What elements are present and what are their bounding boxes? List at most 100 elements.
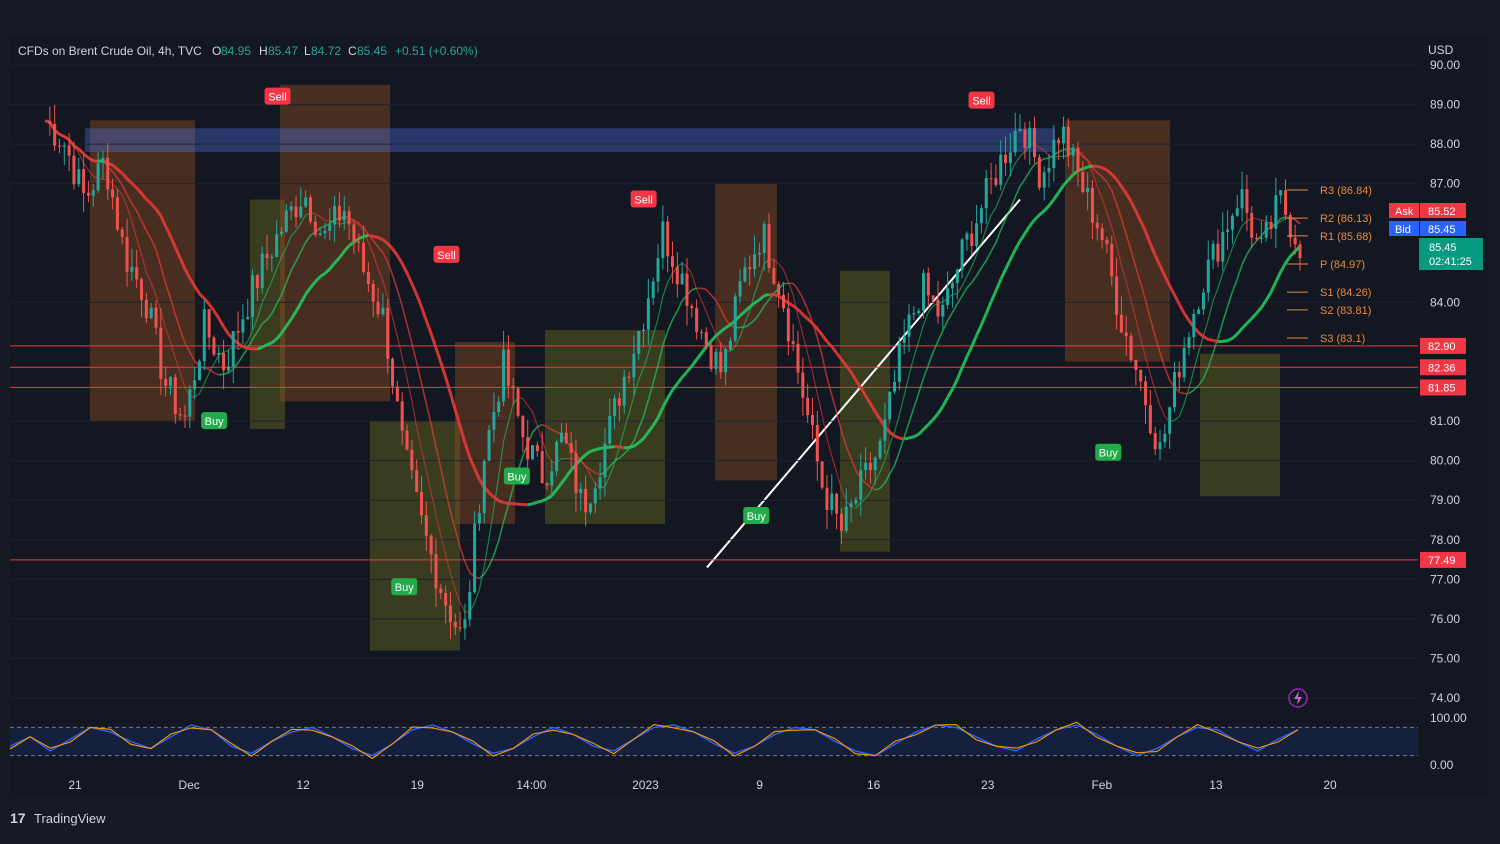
candle-body <box>695 308 699 332</box>
buy-signal-label: Buy <box>507 471 526 483</box>
candle-body <box>400 401 404 431</box>
candle-body <box>1293 237 1297 245</box>
candle-body <box>588 503 592 513</box>
candle-body <box>1158 442 1162 450</box>
candle-body <box>994 178 998 185</box>
candle-body <box>140 279 144 300</box>
moving-average-segment <box>363 233 369 239</box>
candle-body <box>965 233 969 240</box>
candle-body <box>613 398 617 417</box>
candle-body <box>936 299 940 317</box>
candle-body <box>463 619 467 629</box>
tradingview-logo-icon: 17 <box>10 810 26 826</box>
candle-body <box>564 432 568 444</box>
candle-body <box>241 319 245 333</box>
candle-body <box>690 305 694 309</box>
moving-average-segment <box>358 235 365 240</box>
candle-body <box>280 231 284 235</box>
candle-body <box>1047 168 1051 173</box>
candle-body <box>1028 127 1032 148</box>
candle-body <box>328 224 332 231</box>
candle-body <box>1076 147 1080 173</box>
candle-body <box>260 253 264 289</box>
candle-body <box>222 353 226 371</box>
last-price-value: 85.45 <box>1429 242 1457 254</box>
candle-body <box>1100 228 1104 240</box>
buy-signal-label: Buy <box>1099 448 1118 460</box>
candle-body <box>989 178 993 180</box>
moving-average-segment <box>619 445 625 450</box>
symbol-title: CFDs on Brent Crude Oil, 4h, TVC <box>18 44 202 58</box>
candle-body <box>922 272 925 311</box>
candle-body <box>246 316 250 320</box>
candle-body <box>753 254 757 270</box>
candle-body <box>762 224 766 253</box>
candle-body <box>405 430 409 450</box>
candle-body <box>468 592 472 620</box>
candle-body <box>584 488 588 513</box>
sell-signal-label: Sell <box>972 96 990 108</box>
candle-body <box>1071 147 1075 156</box>
candle-body <box>149 307 153 319</box>
price-tick-label: 84.00 <box>1430 295 1460 309</box>
time-tick-label: Feb <box>1091 778 1112 792</box>
candle-body <box>661 221 665 259</box>
open-value: 84.95 <box>221 44 251 58</box>
candle-body <box>637 331 641 354</box>
moving-average-segment <box>377 236 384 241</box>
candle-body <box>1090 187 1094 223</box>
candle-body <box>395 386 399 402</box>
candle-body <box>1008 152 1012 164</box>
candle-body <box>917 310 921 314</box>
price-tick-label: 79.00 <box>1430 493 1460 507</box>
candle-body <box>226 366 230 371</box>
horizontal-level-value: 77.49 <box>1428 555 1456 567</box>
ask-value: 85.52 <box>1428 206 1456 218</box>
candle-body <box>1081 172 1085 192</box>
candle-body <box>598 477 602 489</box>
close-value: 85.45 <box>357 44 387 58</box>
candle-body <box>1192 314 1196 338</box>
chart-canvas[interactable]: 82.90 82.36 81.85 77.49 Sell Buy Buy Sell Buy Se… <box>0 0 1500 844</box>
candle-body <box>207 309 211 338</box>
candle-body <box>337 205 341 221</box>
candle-body <box>579 488 583 494</box>
candle-body <box>391 358 395 387</box>
candle-body <box>236 331 240 333</box>
candle-body <box>878 440 882 458</box>
moving-average-segment <box>899 436 905 441</box>
candle-body <box>622 376 626 406</box>
candle-body <box>849 503 853 507</box>
pivot-label: R2 (86.13) <box>1320 213 1372 225</box>
moving-average-segment <box>1082 165 1089 171</box>
candle-body <box>979 208 983 224</box>
candle-body <box>984 178 988 209</box>
candle-body <box>511 385 515 389</box>
candle-body <box>521 415 525 438</box>
candle-body <box>801 372 805 398</box>
ask-label: Ask <box>1395 206 1414 218</box>
moving-average-segment <box>368 233 374 238</box>
candle-body <box>477 513 481 524</box>
candle-body <box>284 210 288 232</box>
candle-body <box>685 273 689 306</box>
candle-body <box>1255 237 1259 239</box>
candle-body <box>559 432 563 442</box>
candle-body <box>1264 222 1268 238</box>
candle-body <box>1274 195 1278 229</box>
tradingview-logo-text: TradingView <box>34 811 106 826</box>
candle-body <box>825 487 829 510</box>
candle-body <box>53 123 57 146</box>
candle-body <box>646 298 650 330</box>
candle-body <box>748 267 752 270</box>
candle-body <box>1057 139 1061 144</box>
time-tick-label: 19 <box>411 778 425 792</box>
candle-body <box>1269 222 1273 229</box>
moving-average-segment <box>527 502 533 507</box>
candle-body <box>130 267 134 272</box>
high-label: H <box>259 44 268 58</box>
pivot-label: S3 (83.1) <box>1320 333 1365 345</box>
candle-body <box>555 441 559 472</box>
candle-body <box>1182 348 1186 378</box>
low-label: L <box>304 44 311 58</box>
